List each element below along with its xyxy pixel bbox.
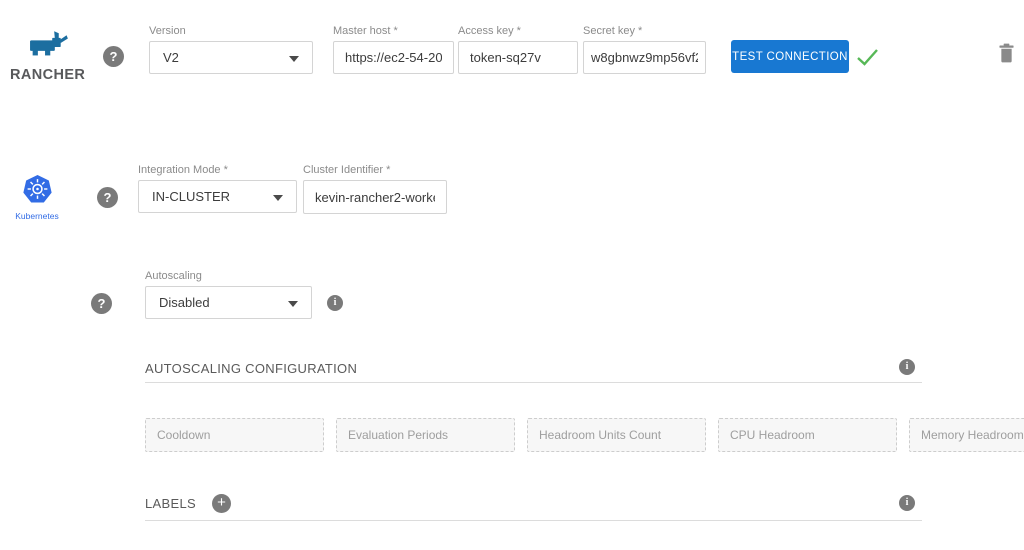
master-host-label: Master host *: [333, 25, 454, 38]
kubernetes-logo: Kubernetes: [14, 174, 60, 221]
section-divider: [145, 520, 922, 521]
chevron-down-icon: [289, 56, 299, 62]
delete-trash-icon[interactable]: [999, 43, 1014, 63]
labels-title: LABELS: [145, 496, 196, 511]
info-icon-glyph: i: [906, 361, 909, 372]
help-icon[interactable]: ?: [103, 46, 124, 67]
info-icon[interactable]: i: [327, 295, 343, 311]
access-key-input[interactable]: [458, 41, 578, 74]
memory-headroom-input: [909, 418, 1024, 452]
add-label-button[interactable]: +: [212, 494, 231, 513]
evaluation-periods-input: [336, 418, 515, 452]
chevron-down-icon: [288, 301, 298, 307]
autoscaling-configuration-title: AUTOSCALING CONFIGURATION: [145, 361, 357, 376]
info-icon-glyph: i: [334, 297, 337, 308]
info-icon[interactable]: i: [899, 359, 915, 375]
integration-mode-select-value: IN-CLUSTER: [152, 189, 230, 204]
chevron-down-icon: [273, 195, 283, 201]
help-icon[interactable]: ?: [97, 187, 118, 208]
help-icon-glyph: ?: [98, 296, 106, 311]
cluster-identifier-input[interactable]: [303, 180, 447, 214]
version-select[interactable]: V2: [149, 41, 313, 74]
master-host-field: Master host *: [333, 25, 454, 74]
headroom-units-count-input: [527, 418, 706, 452]
cluster-identifier-label: Cluster Identifier *: [303, 164, 447, 177]
access-key-label: Access key *: [458, 25, 578, 38]
cpu-headroom-input: [718, 418, 897, 452]
help-icon[interactable]: ?: [91, 293, 112, 314]
rancher-logo: RANCHER: [10, 30, 84, 83]
integration-mode-label: Integration Mode *: [138, 164, 297, 177]
cooldown-input: [145, 418, 324, 452]
rancher-bull-icon: [15, 30, 79, 60]
autoscaling-label: Autoscaling: [145, 270, 312, 283]
test-connection-button[interactable]: TEST CONNECTION: [731, 40, 849, 73]
master-host-input[interactable]: [333, 41, 454, 74]
help-icon-glyph: ?: [110, 49, 118, 64]
kubernetes-helm-icon: [22, 174, 53, 204]
version-field: Version V2: [149, 25, 313, 74]
version-label: Version: [149, 25, 313, 38]
secret-key-input[interactable]: [583, 41, 706, 74]
cluster-identifier-field: Cluster Identifier *: [303, 164, 447, 214]
secret-key-label: Secret key *: [583, 25, 706, 38]
rancher-logo-text: RANCHER: [10, 67, 84, 83]
autoscaling-select[interactable]: Disabled: [145, 286, 312, 319]
integration-mode-field: Integration Mode * IN-CLUSTER: [138, 164, 297, 213]
version-select-value: V2: [163, 50, 179, 65]
autoscaling-config-inputs: [145, 418, 916, 452]
integration-settings-page: RANCHER ? Version V2 Master host * Acces…: [0, 0, 1024, 550]
info-icon-glyph: i: [906, 497, 909, 508]
integration-mode-select[interactable]: IN-CLUSTER: [138, 180, 297, 213]
connection-success-check-icon: [856, 48, 879, 66]
help-icon-glyph: ?: [104, 190, 112, 205]
secret-key-field: Secret key *: [583, 25, 706, 74]
access-key-field: Access key *: [458, 25, 578, 74]
kubernetes-logo-text: Kubernetes: [14, 211, 60, 221]
section-divider: [145, 382, 922, 383]
autoscaling-field: Autoscaling Disabled: [145, 270, 312, 319]
plus-icon: +: [217, 494, 226, 511]
info-icon[interactable]: i: [899, 495, 915, 511]
autoscaling-select-value: Disabled: [159, 295, 210, 310]
